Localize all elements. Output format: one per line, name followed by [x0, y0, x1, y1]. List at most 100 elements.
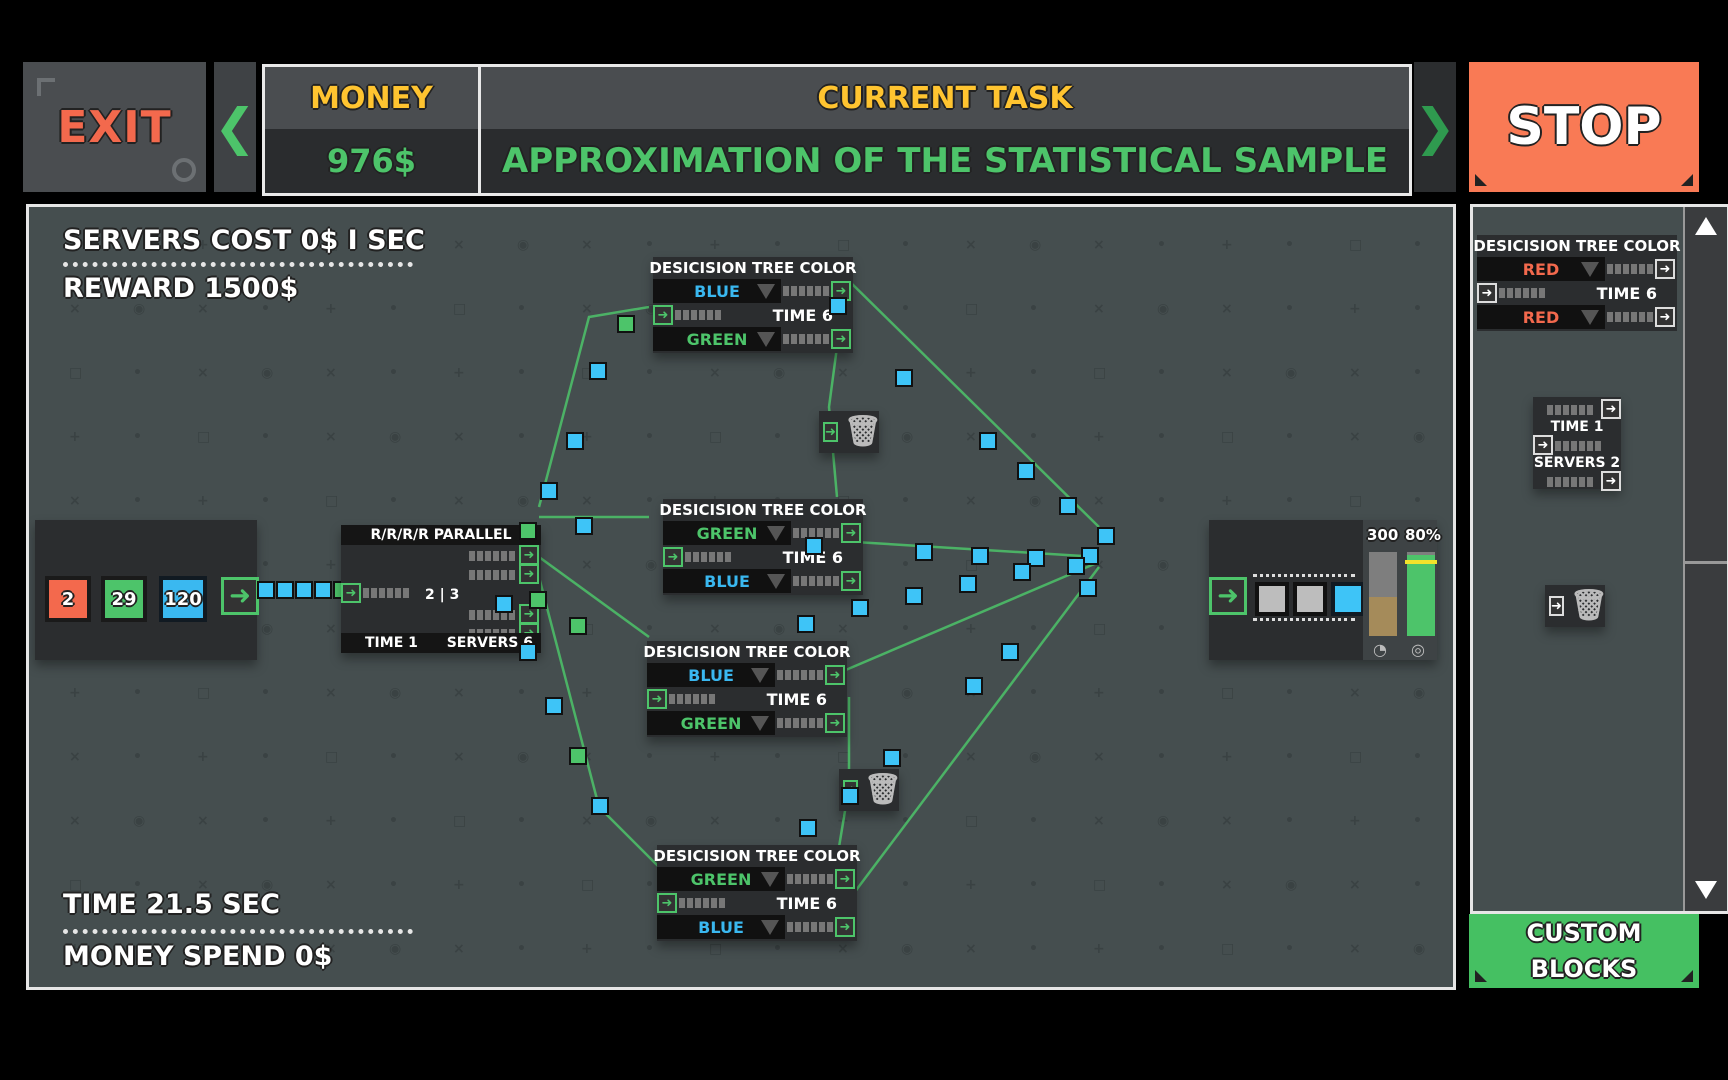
- red-count: 2: [61, 588, 75, 610]
- output-port-arrow-icon[interactable]: ➜: [841, 523, 861, 543]
- green-packet: [569, 617, 587, 635]
- trash-icon: 🗑: [1569, 588, 1608, 623]
- color-select[interactable]: RED: [1477, 257, 1605, 281]
- next-task-button[interactable]: ❯: [1414, 62, 1456, 192]
- money-spend-text: MONEY SPEND 0$: [63, 941, 333, 972]
- input-port-arrow-icon[interactable]: ➜: [1209, 577, 1247, 615]
- output-port-arrow-icon[interactable]: ➜: [519, 545, 539, 565]
- color-select[interactable]: RED: [1477, 305, 1605, 329]
- caret-down-icon: [1581, 262, 1599, 277]
- task-title: APPROXIMATION OF THE STATISTICAL SAMPLE: [501, 141, 1389, 181]
- block-title: DESICISION TREE COLOR: [643, 643, 851, 661]
- custom-blocks-line1: CUSTOM: [1526, 919, 1642, 947]
- caret-down-icon: [757, 284, 775, 299]
- money-value: 976$: [326, 142, 417, 180]
- output-port-arrow-icon[interactable]: ➜: [825, 713, 845, 733]
- workspace-canvas[interactable]: ×•+•□•×◉×•+•□•×◉×•+•□•×◉×•+•□•×◉×•+•□•×◉…: [26, 204, 1456, 990]
- buffer-bars: [469, 570, 515, 580]
- corner-triangle-icon: [1475, 970, 1487, 982]
- scroll-up-icon[interactable]: [1695, 217, 1717, 235]
- capacity-label: 300: [1367, 526, 1399, 544]
- accuracy-meter: [1405, 552, 1437, 636]
- blue-packet: [519, 643, 537, 661]
- blue-packet: [295, 581, 313, 599]
- palette-server-block[interactable]: ➜ TIME 1 ➜ SERVERS 2 ➜: [1533, 397, 1621, 491]
- input-port-arrow-icon[interactable]: ➜: [1477, 283, 1497, 303]
- chevron-right-icon: ❯: [1414, 98, 1456, 156]
- color-select[interactable]: GREEN: [657, 867, 785, 891]
- stop-button[interactable]: STOP: [1469, 62, 1699, 192]
- server-time: TIME 1: [1550, 419, 1604, 435]
- color-select-value: GREEN: [686, 329, 748, 349]
- source-block[interactable]: 2 29 120 ➜: [35, 520, 259, 660]
- green-packet: [569, 747, 587, 765]
- output-port-arrow-icon[interactable]: ➜: [831, 329, 851, 349]
- output-port-arrow-icon[interactable]: ➜: [1601, 399, 1621, 419]
- caret-down-icon: [751, 668, 769, 683]
- input-port-arrow-icon[interactable]: ➜: [657, 893, 677, 913]
- scroll-down-icon[interactable]: [1695, 881, 1717, 899]
- blue-packet: [257, 581, 275, 599]
- caret-down-icon: [751, 716, 769, 731]
- trash-block[interactable]: ➜ 🗑: [819, 411, 882, 453]
- color-select[interactable]: GREEN: [653, 327, 781, 351]
- buffer-bars: [777, 718, 823, 728]
- blue-slot: [1331, 582, 1365, 616]
- buffer-bars: [783, 334, 829, 344]
- input-port-arrow-icon[interactable]: ➜: [647, 689, 667, 709]
- decision-tree-block[interactable]: DESICISION TREE COLOR BLUE ➜ ➜ TIME 6 GREEN ➜: [649, 257, 857, 353]
- exit-button[interactable]: EXIT: [23, 62, 206, 192]
- trash-icon: 🗑: [863, 772, 902, 807]
- target-icon: ◎: [1411, 640, 1425, 659]
- input-port-arrow-icon[interactable]: ➜: [663, 547, 683, 567]
- output-port-arrow-icon[interactable]: ➜: [1601, 471, 1621, 491]
- output-port-arrow-icon[interactable]: ➜: [1655, 307, 1675, 327]
- decision-tree-block[interactable]: DESICISION TREE COLOR BLUE ➜ ➜ TIME 6 GREEN ➜: [643, 641, 851, 737]
- ring-icon: [172, 158, 196, 182]
- color-select[interactable]: GREEN: [647, 711, 775, 735]
- exit-label: EXIT: [57, 101, 172, 153]
- scrollbar[interactable]: [1683, 207, 1727, 911]
- color-select[interactable]: BLUE: [647, 663, 775, 687]
- block-title: DESICISION TREE COLOR: [649, 259, 857, 277]
- task-header: CURRENT TASK: [481, 67, 1409, 129]
- scroll-thumb[interactable]: [1685, 207, 1727, 564]
- task-panel: MONEY 976$ CURRENT TASK APPROXIMATION OF…: [262, 64, 1412, 196]
- input-port-arrow-icon[interactable]: ➜: [653, 305, 673, 325]
- custom-blocks-button[interactable]: CUSTOM BLOCKS: [1469, 914, 1699, 988]
- output-port-arrow-icon[interactable]: ➜: [835, 917, 855, 937]
- blue-packet: [829, 297, 847, 315]
- wire: [844, 276, 1100, 528]
- color-select[interactable]: BLUE: [653, 279, 781, 303]
- input-port-arrow-icon[interactable]: ➜: [1533, 435, 1553, 455]
- decision-tree-block[interactable]: DESICISION TREE COLOR GREEN ➜ ➜ TIME 6 BLUE ➜: [659, 499, 867, 595]
- green-count: 29: [111, 588, 137, 610]
- color-select[interactable]: BLUE: [657, 915, 785, 939]
- palette-trash-block[interactable]: ➜ 🗑: [1545, 585, 1608, 627]
- output-port-arrow-icon[interactable]: ➜: [1655, 259, 1675, 279]
- input-port-arrow-icon[interactable]: ➜: [341, 583, 361, 603]
- prev-task-button[interactable]: ❮: [214, 62, 256, 192]
- input-port-arrow-icon[interactable]: ➜: [823, 422, 838, 442]
- divider: [63, 929, 413, 934]
- palette-decision-block[interactable]: DESICISION TREE COLOR RED ➜ ➜ TIME 6 RED ➜: [1473, 235, 1681, 331]
- output-block[interactable]: ➜ 300 80% ◔ ◎: [1209, 520, 1441, 660]
- parallel-block[interactable]: R/R/R/R PARALLEL ➜ ➜ ➜ 2 | 3 ➜ ➜ TIME 1 …: [341, 525, 541, 653]
- decision-tree-block[interactable]: DESICISION TREE COLOR GREEN ➜ ➜ TIME 6 BLUE ➜: [653, 845, 861, 941]
- color-select[interactable]: BLUE: [663, 569, 791, 593]
- color-select[interactable]: GREEN: [663, 521, 791, 545]
- output-port-arrow-icon[interactable]: ➜: [221, 577, 259, 615]
- blue-packet: [591, 797, 609, 815]
- buffer-bars: [787, 922, 833, 932]
- output-port-arrow-icon[interactable]: ➜: [825, 665, 845, 685]
- block-title: DESICISION TREE COLOR: [1473, 237, 1681, 255]
- accuracy-fill: [1407, 554, 1435, 636]
- output-port-arrow-icon[interactable]: ➜: [835, 869, 855, 889]
- output-port-arrow-icon[interactable]: ➜: [841, 571, 861, 591]
- output-port-arrow-icon[interactable]: ➜: [519, 564, 539, 584]
- buffer-bars: [787, 874, 833, 884]
- blue-packet: [540, 482, 558, 500]
- server-count: SERVERS 2: [1533, 455, 1621, 471]
- buffer-bars: [793, 576, 839, 586]
- input-port-arrow-icon[interactable]: ➜: [1549, 596, 1564, 616]
